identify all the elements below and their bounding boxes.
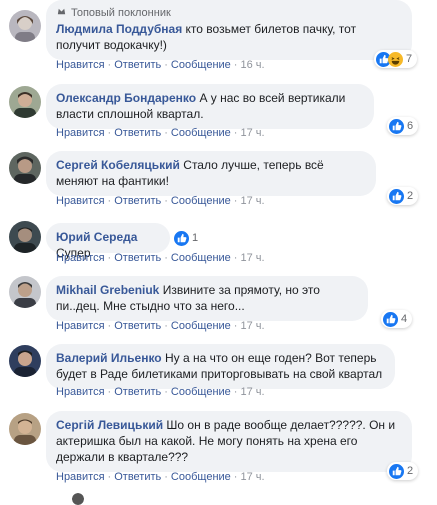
comment-author[interactable]: Сергей Кобеляцький: [56, 158, 180, 172]
like-link[interactable]: Нравится: [56, 59, 105, 71]
like-link[interactable]: Нравится: [56, 127, 105, 139]
comment-author[interactable]: Юрий Середа: [56, 230, 137, 244]
haha-icon: [388, 51, 403, 67]
reactions-summary[interactable]: 1: [172, 229, 203, 247]
comment-actions: Нравится · Ответить · Сообщение · 16 ч.: [56, 59, 265, 71]
reaction-count: 7: [406, 53, 413, 65]
comment-author[interactable]: Валерий Ильенко: [56, 351, 162, 365]
like-link[interactable]: Нравится: [56, 195, 105, 207]
comment-timestamp[interactable]: 16 ч.: [240, 59, 264, 71]
avatar[interactable]: [72, 493, 84, 505]
comment-timestamp[interactable]: 17 ч.: [240, 195, 264, 207]
avatar[interactable]: [9, 221, 41, 253]
comment-bubble: Mikhail Grebeniuk Извините за прямоту, н…: [46, 276, 368, 321]
comment-actions: Нравится · Ответить · Сообщение · 17 ч.: [56, 127, 265, 139]
reactions-summary[interactable]: 4: [381, 310, 413, 328]
like-icon: [389, 188, 404, 204]
reactions-summary[interactable]: 6: [387, 117, 419, 135]
avatar[interactable]: [9, 152, 41, 184]
comment-bubble: Юрий Середа Супер: [46, 223, 170, 260]
comment-timestamp[interactable]: 17 ч.: [240, 386, 264, 398]
like-link[interactable]: Нравится: [56, 320, 105, 332]
comment-bubble: Олександр Бондаренко А у нас во всей вер…: [46, 84, 374, 129]
reaction-count: 2: [407, 190, 414, 202]
comment-timestamp[interactable]: 17 ч.: [240, 127, 264, 139]
reaction-count: 2: [407, 465, 414, 477]
like-icon: [389, 118, 404, 134]
reply-link[interactable]: Ответить: [114, 195, 161, 207]
comment-actions: Нравится · Ответить · Сообщение · 17 ч.: [56, 471, 265, 483]
comment-timestamp[interactable]: 17 ч.: [240, 320, 264, 332]
reactions-summary[interactable]: 7: [374, 50, 418, 68]
avatar[interactable]: [9, 276, 41, 308]
message-link[interactable]: Сообщение: [171, 195, 231, 207]
message-link[interactable]: Сообщение: [171, 471, 231, 483]
comment-bubble: Валерий Ильенко Ну а на что он еще годен…: [46, 344, 395, 389]
like-icon: [383, 311, 398, 327]
comment-timestamp[interactable]: 17 ч.: [240, 471, 264, 483]
top-fan-badge: Топовый поклонник: [56, 6, 402, 20]
reply-link[interactable]: Ответить: [114, 127, 161, 139]
comment-timestamp[interactable]: 17 ч.: [240, 252, 264, 264]
avatar[interactable]: [9, 10, 41, 42]
like-link[interactable]: Нравится: [56, 252, 105, 264]
like-icon: [389, 463, 404, 479]
reaction-count: 6: [407, 120, 414, 132]
like-link[interactable]: Нравится: [56, 386, 105, 398]
top-fan-icon: [57, 8, 66, 15]
reply-link[interactable]: Ответить: [114, 59, 161, 71]
comment-author[interactable]: Олександр Бондаренко: [56, 91, 196, 105]
reply-link[interactable]: Ответить: [114, 471, 161, 483]
comment-bubble: Сергей Кобеляцький Стало лучше, теперь в…: [46, 151, 376, 196]
reactions-summary[interactable]: 2: [387, 187, 419, 205]
top-fan-label: Топовый поклонник: [71, 7, 171, 19]
comment-bubble: Сергій Левицький Шо он в раде вообще дел…: [46, 411, 412, 472]
comment-author[interactable]: Сергій Левицький: [56, 418, 163, 432]
comment-actions: Нравится · Ответить · Сообщение · 17 ч.: [56, 320, 265, 332]
message-link[interactable]: Сообщение: [171, 252, 231, 264]
avatar[interactable]: [9, 413, 41, 445]
comment-author[interactable]: Mikhail Grebeniuk: [56, 283, 159, 297]
message-link[interactable]: Сообщение: [171, 320, 231, 332]
message-link[interactable]: Сообщение: [171, 127, 231, 139]
reply-link[interactable]: Ответить: [114, 252, 161, 264]
comment-actions: Нравится · Ответить · Сообщение · 17 ч.: [56, 195, 265, 207]
message-link[interactable]: Сообщение: [171, 386, 231, 398]
avatar[interactable]: [9, 345, 41, 377]
comment-author[interactable]: Людмила Поддубная: [56, 22, 182, 36]
like-link[interactable]: Нравится: [56, 471, 105, 483]
comment-bubble: Топовый поклонник Людмила Поддубная кто …: [46, 0, 412, 60]
comment-actions: Нравится · Ответить · Сообщение · 17 ч.: [56, 386, 265, 398]
reply-link[interactable]: Ответить: [114, 320, 161, 332]
comment-actions: Нравится · Ответить · Сообщение · 17 ч.: [56, 252, 265, 264]
reply-link[interactable]: Ответить: [114, 386, 161, 398]
message-link[interactable]: Сообщение: [171, 59, 231, 71]
reaction-count: 4: [401, 313, 408, 325]
reactions-summary[interactable]: 2: [387, 462, 419, 480]
avatar[interactable]: [9, 86, 41, 118]
like-icon: [174, 230, 189, 246]
reaction-count: 1: [192, 232, 199, 244]
